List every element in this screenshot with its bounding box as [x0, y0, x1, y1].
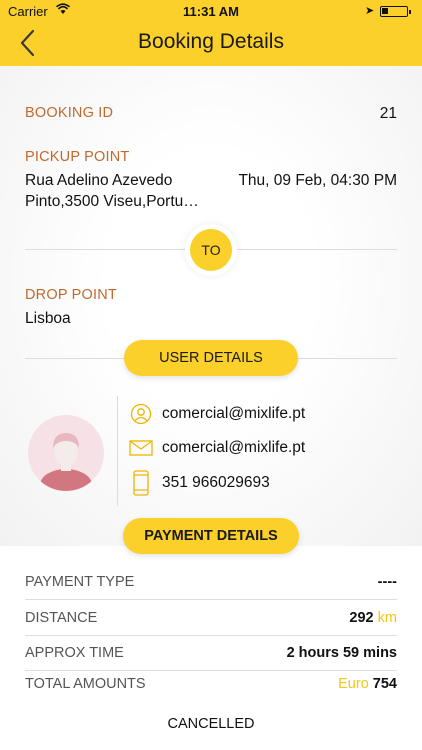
mail-icon [129, 440, 153, 456]
pickup-datetime: Thu, 09 Feb, 04:30 PM [238, 172, 397, 189]
distance-label: DISTANCE [25, 610, 98, 626]
clock: 11:31 AM [183, 4, 239, 19]
divider [25, 599, 397, 600]
total-amounts-label: TOTAL AMOUNTS [25, 676, 146, 692]
contact-phone: 351 966029693 [162, 474, 270, 491]
location-arrow-icon: ➤ [365, 5, 375, 17]
pickup-point-label: PICKUP POINT [25, 149, 130, 165]
payment-details-button[interactable]: PAYMENT DETAILS [123, 518, 299, 554]
drop-point-label: DROP POINT [25, 287, 117, 303]
user-details-button[interactable]: USER DETAILS [124, 340, 298, 376]
divider [25, 635, 397, 636]
to-badge: TO [185, 224, 237, 276]
status-bar: Carrier 11:31 AM ➤ [0, 0, 422, 22]
divider [117, 396, 118, 506]
battery-icon [380, 6, 411, 17]
booking-id-label: BOOKING ID [25, 105, 114, 121]
pickup-address-line1: Rua Adelino Azevedo [25, 172, 173, 189]
user-icon [130, 403, 152, 425]
distance-number: 292 [349, 610, 374, 626]
distance-unit: km [377, 610, 397, 626]
distance-value: 292 km [349, 610, 397, 626]
drop-point-value: Lisboa [25, 310, 71, 327]
total-currency: Euro [338, 676, 369, 692]
contact-email: comercial@mixlife.pt [162, 439, 306, 456]
header-bar: Carrier 11:31 AM ➤ Booking Details [0, 0, 422, 66]
payment-type-value: ---- [377, 574, 397, 590]
approx-time-value: 2 hours 59 mins [286, 645, 397, 661]
booking-status: CANCELLED [167, 716, 255, 732]
pickup-address-line2: Pinto,3500 Viseu,Portu… [25, 193, 199, 210]
avatar [28, 415, 104, 491]
user-avatar-icon [40, 433, 92, 491]
contact-email: comercial@mixlife.pt [162, 405, 306, 422]
approx-time-label: APPROX TIME [25, 645, 124, 661]
total-amounts-value: Euro 754 [338, 676, 397, 692]
to-label: TO [190, 229, 232, 271]
phone-icon [133, 470, 149, 496]
payment-type-label: PAYMENT TYPE [25, 574, 135, 590]
divider [25, 670, 397, 671]
total-number: 754 [372, 676, 397, 692]
booking-id-value: 21 [379, 105, 397, 122]
page-title: Booking Details [138, 30, 284, 53]
